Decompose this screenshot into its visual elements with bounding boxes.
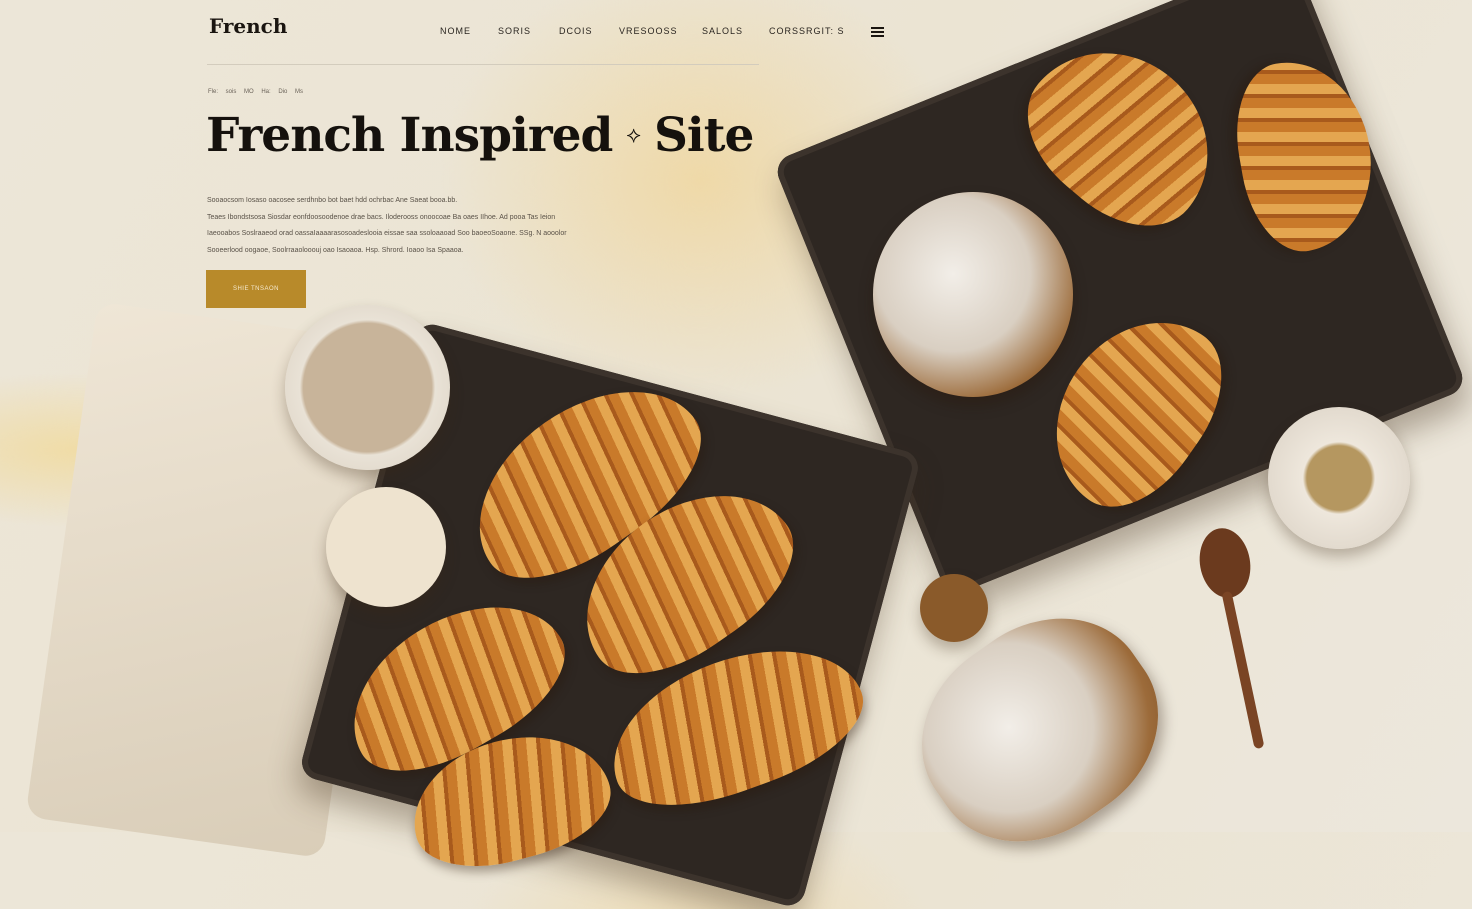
site-logo[interactable]: French — [209, 14, 287, 38]
ornament-icon: ⟡ — [626, 123, 641, 148]
flour-bowl — [326, 487, 446, 607]
description-line: Sooaocsom Iosaso oacosee serdhnbo bot ba… — [207, 197, 458, 204]
nav-item-5[interactable]: SALOLS — [702, 26, 743, 36]
wooden-bowl — [285, 305, 450, 470]
title-right: Site — [653, 108, 754, 163]
hamburger-icon[interactable] — [871, 27, 884, 37]
hero-description: Sooaocsom Iosaso oacosee serdhnbo bot ba… — [207, 193, 577, 259]
wooden-spoon — [1194, 524, 1256, 602]
page-title: French Inspired ⟡ Site — [206, 108, 754, 163]
description-line: Sooeerlood oogaoe, Soolrraaolooouj oao I… — [207, 246, 464, 254]
header-divider — [207, 64, 759, 65]
description-line: Iaeooabos Soslraaeod orad oassaIaaaaraso… — [207, 230, 567, 237]
spice-bowl — [920, 574, 988, 642]
nav-item-6[interactable]: CORSSRGIT: S — [769, 26, 845, 36]
spoon-handle — [1221, 590, 1265, 750]
nav-item-2[interactable]: SORIS — [498, 26, 531, 36]
breadcrumb: Fle: sois MO Ha: Dio Ms — [208, 89, 304, 95]
title-left: French Inspired — [206, 108, 613, 163]
nav-item-home[interactable]: NOME — [440, 26, 471, 36]
spice-bowl — [1268, 407, 1410, 549]
description-line: Teaes Ibondstsosa Siosdar eonfdoosoodeno… — [207, 213, 556, 221]
sourdough-loaf — [873, 192, 1073, 397]
cta-button[interactable]: SHIE TNSAON — [206, 270, 306, 308]
nav-item-4[interactable]: VRESOOSS — [619, 26, 678, 36]
nav-item-3[interactable]: DCOIS — [559, 26, 593, 36]
